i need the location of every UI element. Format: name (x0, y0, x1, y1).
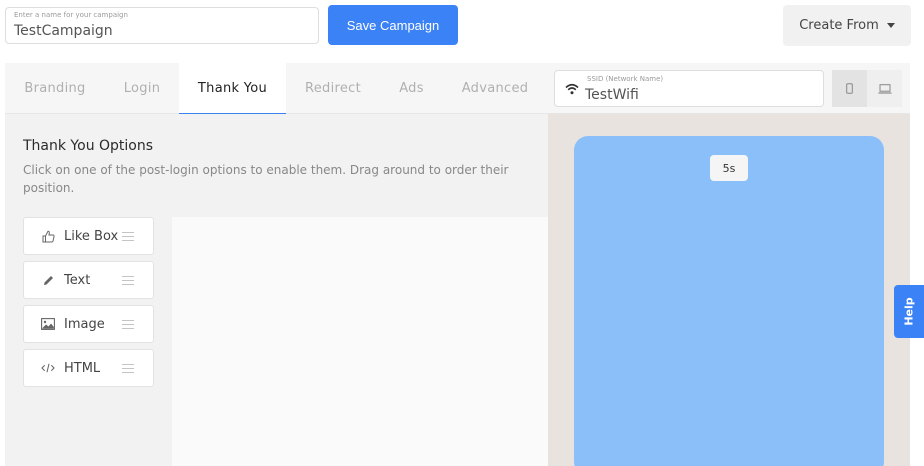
help-label: Help (902, 297, 916, 326)
ssid-label: SSID (Network Name) (587, 75, 664, 83)
option-label: Text (64, 272, 91, 288)
options-drop-area[interactable] (172, 217, 548, 466)
phone-preview-button[interactable] (832, 70, 867, 107)
option-label: Like Box (64, 228, 119, 244)
drag-handle-icon[interactable] (122, 320, 134, 329)
drag-handle-icon[interactable] (122, 232, 134, 241)
phone-icon (846, 83, 853, 94)
option-label: Image (64, 316, 105, 332)
help-button[interactable]: Help (894, 285, 924, 338)
campaign-name-value: TestCampaign (14, 23, 113, 39)
campaign-name-field[interactable]: Enter a name for your campaign TestCampa… (5, 7, 319, 44)
option-like-box[interactable]: Like Box (23, 217, 154, 255)
options-title: Thank You Options (23, 138, 154, 154)
code-icon (41, 361, 55, 375)
tab-branding[interactable]: Branding (5, 63, 105, 114)
ssid-field[interactable]: SSID (Network Name) TestWifi (554, 70, 824, 107)
create-from-dropdown[interactable]: Create From (783, 5, 911, 46)
option-text[interactable]: Text (23, 261, 154, 299)
laptop-preview-button[interactable] (867, 70, 902, 107)
create-from-label: Create From (799, 18, 879, 33)
campaign-name-label: Enter a name for your campaign (14, 11, 128, 19)
option-html[interactable]: HTML (23, 349, 154, 387)
save-campaign-button[interactable]: Save Campaign (328, 5, 458, 45)
phone-preview-screen (574, 136, 884, 466)
pencil-icon (41, 273, 55, 287)
ssid-value: TestWifi (585, 87, 639, 103)
tab-login[interactable]: Login (105, 63, 179, 114)
image-icon (41, 317, 55, 331)
tab-redirect[interactable]: Redirect (286, 63, 380, 114)
wifi-icon (565, 83, 579, 95)
tab-thank-you[interactable]: Thank You (179, 63, 286, 114)
caret-down-icon (886, 23, 895, 28)
option-label: HTML (64, 360, 101, 376)
tab-advanced[interactable]: Advanced (443, 63, 547, 114)
countdown-timer: 5s (710, 155, 748, 181)
laptop-icon (878, 83, 891, 94)
option-image[interactable]: Image (23, 305, 154, 343)
drag-handle-icon[interactable] (122, 276, 134, 285)
thumbs-up-icon (41, 229, 55, 243)
tab-ads[interactable]: Ads (380, 63, 443, 114)
drag-handle-icon[interactable] (122, 364, 134, 373)
options-description: Click on one of the post-login options t… (23, 163, 509, 195)
